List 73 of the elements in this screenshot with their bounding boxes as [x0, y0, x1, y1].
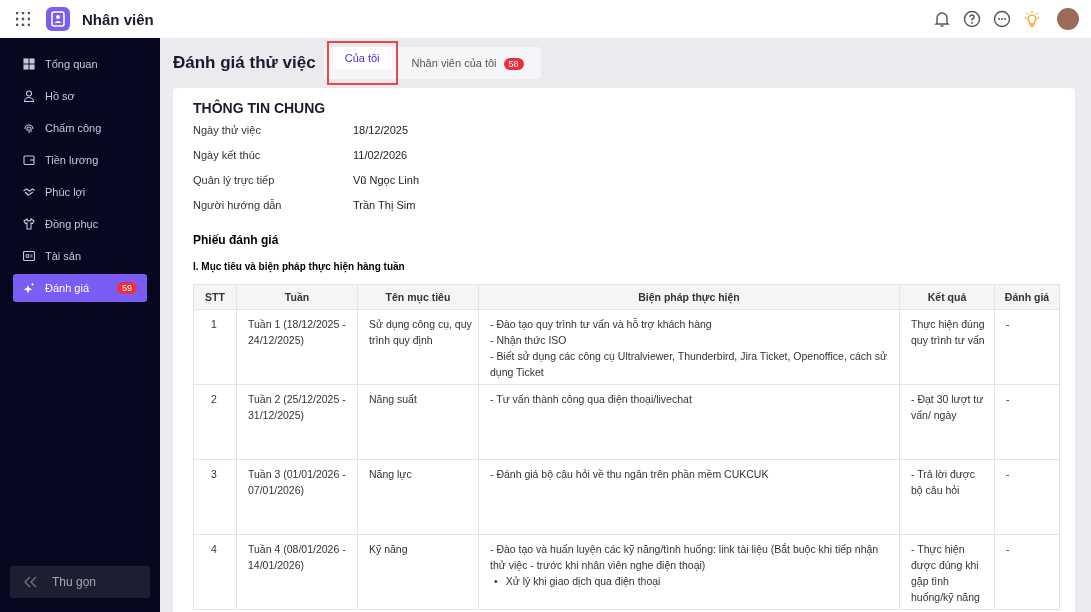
field-value: 18/12/2025: [353, 124, 410, 136]
table-cell: Năng suất: [357, 384, 479, 460]
field-label: Người hướng dẫn: [193, 199, 283, 211]
sidebar-item[interactable]: Tài sản: [13, 242, 147, 270]
more-icon[interactable]: [993, 10, 1011, 28]
table-cell: - Trả lời được bộ câu hỏi: [899, 459, 995, 535]
tab[interactable]: Của tôi: [332, 47, 392, 69]
table-cell: Tuần 4 (08/01/2026 - 14/01/2026): [236, 534, 358, 610]
table-cell: -: [994, 534, 1060, 610]
measure-text: - Đào tạo quy trình tư vấn và hỗ trợ khách hàng: [490, 317, 713, 332]
table-cell: -: [994, 384, 1060, 460]
help-icon[interactable]: [963, 10, 981, 28]
section-heading: I. Mục tiêu và biện pháp thực hiện hàng tuần: [193, 261, 406, 272]
table-cell: 1: [193, 309, 237, 385]
table-cell: 2: [193, 384, 237, 460]
measure-text: - Nhận thức ISO: [490, 333, 568, 348]
measure-text: - Đánh giá bộ câu hỏi về thu ngân trên phần mềm CUKCUK: [490, 467, 770, 482]
count-badge: 59: [117, 282, 137, 294]
section-title: THÔNG TIN CHUNG: [193, 100, 327, 116]
column-header: Kết quả: [899, 284, 995, 310]
count-badge: 58: [503, 58, 524, 70]
sidebar-item[interactable]: Tiền lương: [13, 146, 147, 174]
app-logo-icon: [46, 7, 70, 31]
double-chevron-left-icon: [24, 576, 38, 588]
field-label: Ngày thử việc: [193, 124, 262, 136]
app-title: Nhân viên: [82, 10, 154, 28]
user-icon: [23, 90, 35, 102]
column-header: STT: [193, 284, 237, 310]
field-label: Quản lý trực tiếp: [193, 174, 276, 186]
sidebar-item[interactable]: Tổng quan: [13, 50, 147, 78]
table-cell: Tuần 2 (25/12/2025 - 31/12/2025): [236, 384, 358, 460]
form-title: Phiếu đánh giá: [193, 233, 280, 247]
avatar[interactable]: [1057, 8, 1079, 30]
field-label: Ngày kết thúc: [193, 149, 262, 161]
bell-icon[interactable]: [933, 10, 951, 28]
field-value: Trần Thị Sim: [353, 199, 417, 211]
column-header: Biện pháp thực hiện: [478, 284, 900, 310]
collapse-button[interactable]: Thu gọn: [10, 566, 150, 598]
measure-text: - Biết sử dụng các công cụ Ultralviewer, Thunderbird, Jira Ticket, Openoffice, cách sử dụng Ticket: [490, 349, 889, 380]
id-card-icon: [23, 250, 35, 262]
field-value: 11/02/2026: [353, 149, 409, 161]
field-value: Vũ Ngọc Linh: [353, 174, 421, 186]
sidebar-item[interactable]: Chấm công: [13, 114, 147, 142]
table-cell: -: [994, 459, 1060, 535]
sparkle-icon: [23, 282, 35, 294]
table-cell: Thực hiện đúng quy trình tư vấn: [899, 309, 995, 385]
table-cell: - Đạt 30 lượt tư vấn/ ngày: [899, 384, 995, 460]
measure-text: - Tư vấn thành công qua điện thoại/livechat: [490, 392, 693, 407]
list-item: Xử lý khi giao dịch qua điện thoại: [505, 574, 661, 589]
measure-text: - Đào tạo và huấn luyện các kỹ năng/tình huống: link tài liệu (Bắt buộc khi tiếp nhận thử việc - trước khi nhân viên nghe điện thoại): [490, 542, 880, 573]
tab[interactable]: Nhân viên của tôi 58: [399, 52, 536, 74]
apps-grid-icon[interactable]: [16, 12, 30, 26]
bullet-marker: •: [494, 574, 498, 589]
sidebar-item[interactable]: Đồng phục: [13, 210, 147, 238]
grid-icon: [23, 58, 35, 70]
wallet-icon: [23, 154, 35, 166]
page-title: Đánh giá thử việc: [173, 53, 316, 73]
column-header: Đánh giá: [994, 284, 1060, 310]
table-cell: - Thực hiện được đúng khi gặp tình huống/kỹ năng: [899, 534, 995, 610]
table-cell: Năng lực: [357, 459, 479, 535]
table-cell: 3: [193, 459, 237, 535]
shirt-icon: [23, 218, 35, 230]
table-cell: Tuần 3 (01/01/2026 - 07/01/2026): [236, 459, 358, 535]
table-cell: -: [994, 309, 1060, 385]
sidebar-item[interactable]: Hồ sơ: [13, 82, 147, 110]
sidebar-item[interactable]: Đánh giá 59: [13, 274, 147, 302]
table-cell: Sử dụng công cụ, quy trình quy định: [357, 309, 479, 385]
column-header: Tuần: [236, 284, 358, 310]
column-header: Tên mục tiêu: [357, 284, 479, 310]
sidebar-item[interactable]: Phúc lợi: [13, 178, 147, 206]
table-cell: Kỹ năng: [357, 534, 479, 610]
table-cell: 4: [193, 534, 237, 610]
table-cell: Tuần 1 (18/12/2025 - 24/12/2025): [236, 309, 358, 385]
